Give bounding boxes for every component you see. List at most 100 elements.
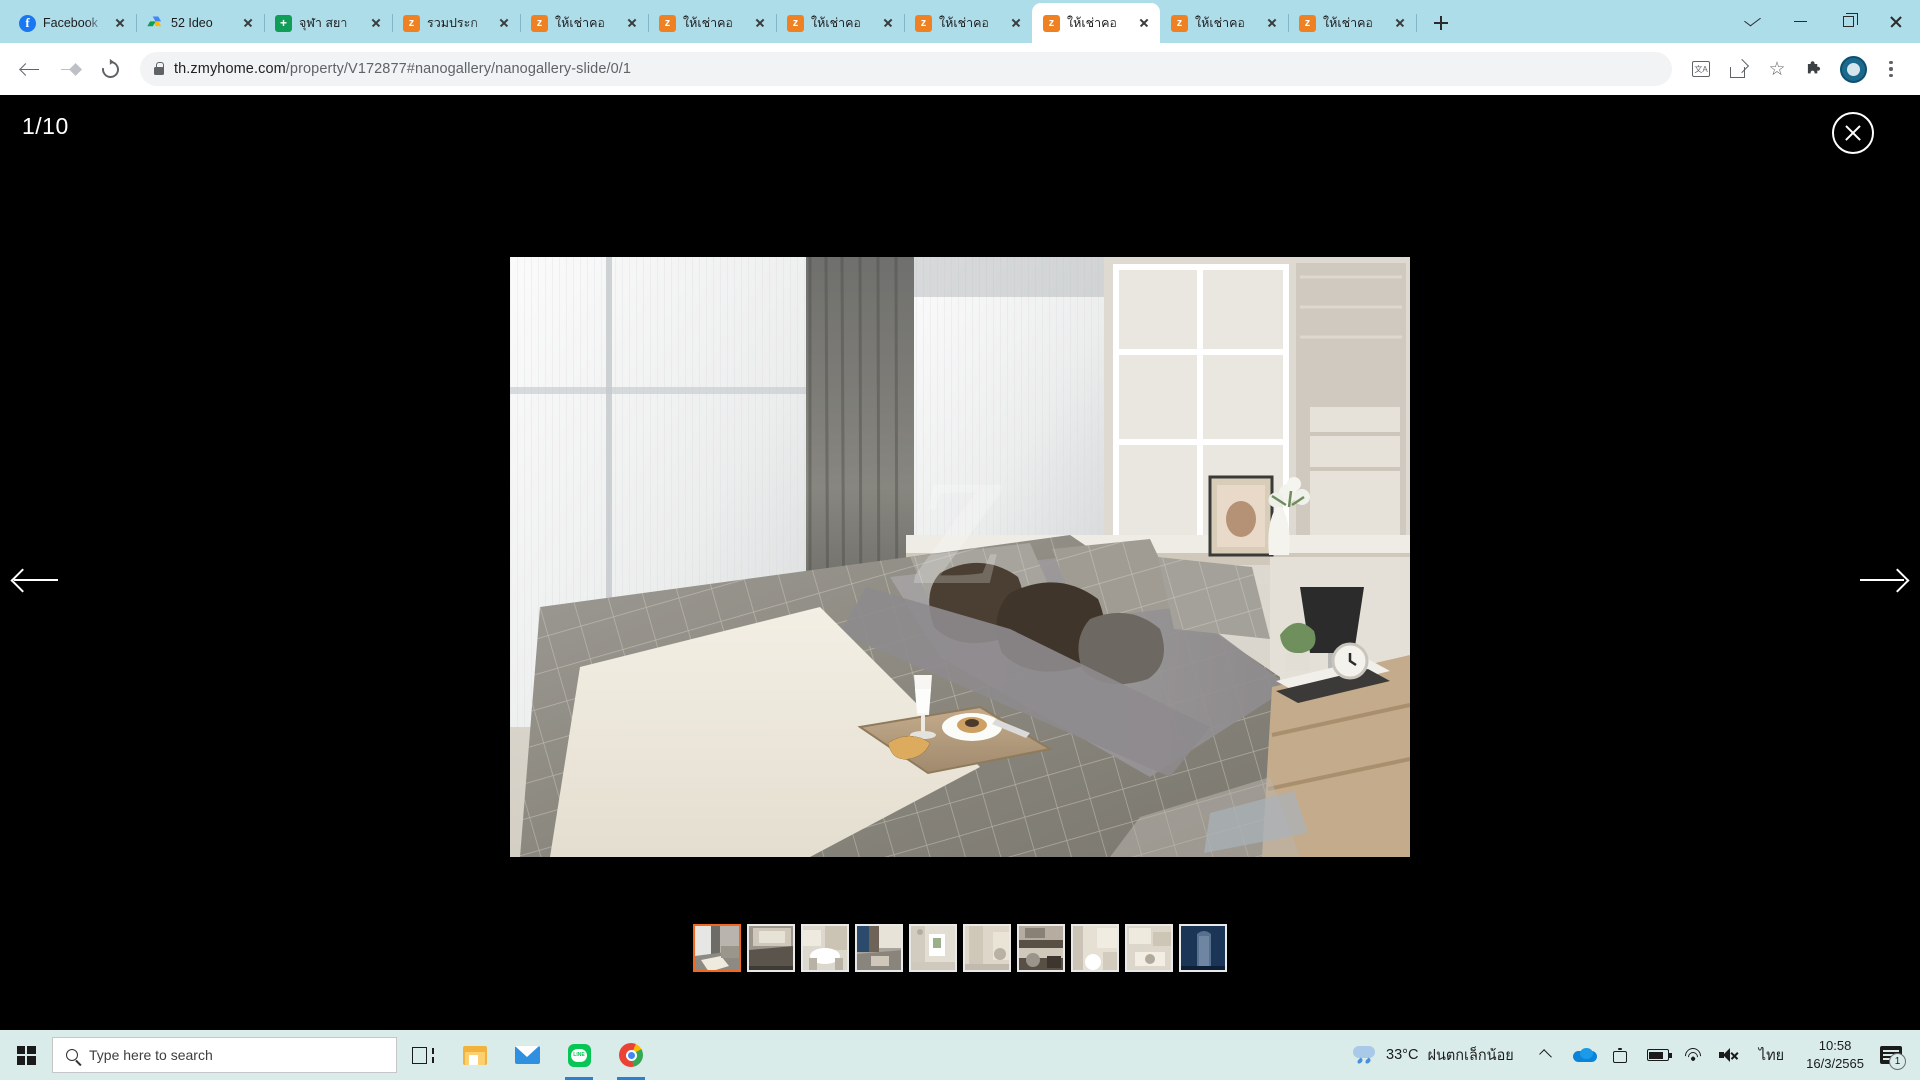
zmyhome-icon: z bbox=[787, 14, 804, 32]
main-image-container[interactable]: Z bbox=[510, 257, 1410, 857]
google-drive-icon bbox=[147, 15, 164, 32]
zmyhome-icon: z bbox=[659, 14, 676, 32]
extensions-button[interactable] bbox=[1798, 52, 1832, 86]
url-text: th.zmyhome.com/property/V172877#nanogall… bbox=[174, 61, 631, 77]
tab-title: จุฬา สยา bbox=[299, 16, 348, 30]
tab-close-icon[interactable] bbox=[1008, 15, 1024, 31]
zmyhome-icon: z bbox=[1171, 14, 1188, 32]
minimize-button[interactable] bbox=[1776, 0, 1824, 43]
browser-tab-8[interactable]: z ให้เช่าคอ bbox=[904, 3, 1032, 43]
task-view-button[interactable] bbox=[397, 1030, 449, 1080]
browser-tab-6[interactable]: z ให้เช่าคอ bbox=[648, 3, 777, 43]
weather-widget[interactable]: 33°C ฝนตกเล็กน้อย bbox=[1341, 1044, 1526, 1067]
thumbnail-9[interactable] bbox=[1125, 924, 1173, 972]
close-window-button[interactable] bbox=[1872, 0, 1920, 43]
tab-title: ให้เช่าคอ bbox=[811, 16, 861, 30]
tab-close-icon[interactable] bbox=[496, 15, 512, 31]
thumbnail-7[interactable] bbox=[1017, 924, 1065, 972]
line-icon: LINE bbox=[567, 1043, 591, 1067]
camera-icon bbox=[1612, 1047, 1631, 1063]
browser-tab-10[interactable]: z ให้เช่าคอ bbox=[1160, 3, 1289, 43]
onedrive-tray-button[interactable] bbox=[1565, 1030, 1605, 1080]
volume-muted-icon bbox=[1718, 1048, 1739, 1062]
next-image-button[interactable] bbox=[1860, 563, 1910, 597]
chevron-up-icon bbox=[1538, 1048, 1552, 1062]
mail-button[interactable] bbox=[501, 1030, 553, 1080]
bookmark-button[interactable]: ☆ bbox=[1760, 52, 1794, 86]
windows-taskbar: Type here to search LINE 33°C ฝนตกเล็กน้… bbox=[0, 1030, 1920, 1080]
tab-close-icon[interactable] bbox=[1392, 15, 1408, 31]
tab-close-icon[interactable] bbox=[1136, 15, 1152, 31]
avatar-icon bbox=[1839, 55, 1867, 83]
url-path: /property/V172877#nanogallery/nanogaller… bbox=[285, 61, 632, 77]
tab-close-icon[interactable] bbox=[624, 15, 640, 31]
chrome-menu-button[interactable] bbox=[1874, 52, 1908, 86]
tab-search-button[interactable] bbox=[1728, 0, 1776, 43]
browser-tab-3[interactable]: + จุฬา สยา bbox=[264, 3, 393, 43]
browser-tab-2[interactable]: 52 Ideo bbox=[136, 3, 265, 43]
tab-close-icon[interactable] bbox=[1264, 15, 1280, 31]
zmyhome-icon: z bbox=[1299, 14, 1316, 32]
browser-tab-7[interactable]: z ให้เช่าคอ bbox=[776, 3, 905, 43]
tab-close-icon[interactable] bbox=[752, 15, 768, 31]
zmyhome-icon: z bbox=[1043, 14, 1060, 32]
profile-button[interactable] bbox=[1836, 52, 1870, 86]
thumbnail-3[interactable] bbox=[801, 924, 849, 972]
tab-close-icon[interactable] bbox=[240, 15, 256, 31]
chrome-button[interactable] bbox=[605, 1030, 657, 1080]
volume-tray-button[interactable] bbox=[1711, 1030, 1747, 1080]
tab-title: ให้เช่าคอ bbox=[1323, 16, 1373, 30]
puzzle-icon bbox=[1807, 61, 1821, 74]
thumbnail-10[interactable] bbox=[1179, 924, 1227, 972]
battery-tray-button[interactable] bbox=[1639, 1030, 1677, 1080]
file-explorer-icon bbox=[463, 1045, 487, 1065]
line-button[interactable]: LINE bbox=[553, 1030, 605, 1080]
tab-strip: f Facebook 52 Ideo + จุฬา สยา z รวมประก bbox=[0, 0, 1920, 43]
maximize-button[interactable] bbox=[1824, 0, 1872, 43]
google-sheets-icon: + bbox=[275, 14, 292, 32]
language-indicator[interactable]: ไทย bbox=[1747, 1030, 1796, 1080]
share-button[interactable] bbox=[1722, 52, 1756, 86]
browser-tab-11[interactable]: z ให้เช่าคอ bbox=[1288, 3, 1417, 43]
zmyhome-icon: z bbox=[915, 14, 932, 32]
back-button[interactable] bbox=[12, 51, 48, 87]
tab-title: ให้เช่าคอ bbox=[1067, 16, 1117, 30]
taskbar-search-input[interactable]: Type here to search bbox=[52, 1037, 397, 1073]
tab-title: รวมประก bbox=[427, 16, 478, 30]
file-explorer-button[interactable] bbox=[449, 1030, 501, 1080]
tab-close-icon[interactable] bbox=[880, 15, 896, 31]
search-placeholder: Type here to search bbox=[89, 1047, 213, 1063]
translate-button[interactable]: 文A bbox=[1684, 52, 1718, 86]
slide-counter: 1/10 bbox=[22, 113, 69, 139]
minimize-icon bbox=[1793, 20, 1807, 23]
battery-icon bbox=[1646, 1049, 1672, 1061]
tab-close-icon[interactable] bbox=[368, 15, 384, 31]
new-tab-button[interactable] bbox=[1426, 8, 1456, 38]
notifications-button[interactable]: 1 bbox=[1874, 1030, 1912, 1080]
clock[interactable]: 10:58 16/3/2565 bbox=[1806, 1037, 1864, 1072]
start-button[interactable] bbox=[0, 1030, 52, 1080]
address-bar[interactable]: th.zmyhome.com/property/V172877#nanogall… bbox=[140, 52, 1672, 86]
notification-icon: 1 bbox=[1880, 1046, 1906, 1070]
close-gallery-button[interactable] bbox=[1832, 112, 1874, 154]
thumbnail-5[interactable] bbox=[909, 924, 957, 972]
thumbnail-6[interactable] bbox=[963, 924, 1011, 972]
thumbnail-2[interactable] bbox=[747, 924, 795, 972]
tab-close-icon[interactable] bbox=[112, 15, 128, 31]
reload-button[interactable] bbox=[92, 51, 128, 87]
previous-image-button[interactable] bbox=[10, 563, 60, 597]
back-arrow-icon bbox=[18, 61, 40, 77]
camera-tray-button[interactable] bbox=[1605, 1030, 1639, 1080]
thumbnail-1[interactable] bbox=[693, 924, 741, 972]
temperature: 33°C bbox=[1386, 1047, 1419, 1063]
thumbnail-4[interactable] bbox=[855, 924, 903, 972]
browser-tab-1[interactable]: f Facebook bbox=[8, 3, 137, 43]
forward-button[interactable] bbox=[52, 51, 88, 87]
show-hidden-icons-button[interactable] bbox=[1526, 1030, 1565, 1080]
browser-tab-9-active[interactable]: z ให้เช่าคอ bbox=[1032, 3, 1160, 43]
thumbnail-8[interactable] bbox=[1071, 924, 1119, 972]
watermark: Z bbox=[914, 450, 1006, 616]
browser-tab-4[interactable]: z รวมประก bbox=[392, 3, 521, 43]
browser-tab-5[interactable]: z ให้เช่าคอ bbox=[520, 3, 649, 43]
network-tray-button[interactable] bbox=[1677, 1030, 1711, 1080]
